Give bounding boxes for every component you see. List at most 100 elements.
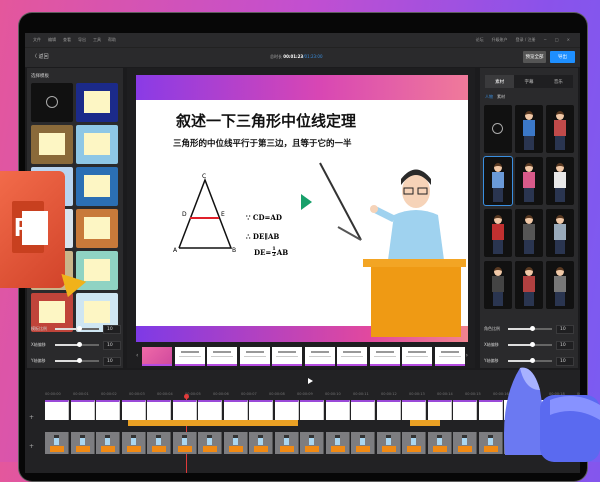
add-character-track-icon[interactable]: + (29, 443, 34, 450)
character-clip[interactable] (376, 432, 401, 454)
maximize-icon[interactable]: □ (555, 37, 559, 43)
slide-clip[interactable] (300, 400, 324, 420)
slide-clip[interactable] (121, 400, 146, 420)
strip-prev-icon[interactable]: ‹ (136, 352, 138, 359)
slide-thumbnail[interactable] (272, 347, 302, 366)
slider-track[interactable] (508, 326, 552, 332)
audio-segment[interactable] (128, 420, 298, 426)
character-clip[interactable] (121, 432, 146, 454)
character-thumbnail[interactable] (515, 157, 543, 205)
menu-item[interactable]: 帮助 (108, 37, 116, 43)
template-thumbnail[interactable] (76, 83, 118, 122)
slide-clip[interactable] (427, 400, 452, 420)
slider-value-input[interactable]: 10 (556, 324, 574, 334)
character-thumbnail[interactable] (546, 157, 574, 205)
character-thumbnail[interactable] (483, 156, 513, 206)
character-clip[interactable] (402, 432, 426, 454)
character-thumbnail[interactable] (515, 261, 543, 309)
slide-clip[interactable] (223, 400, 248, 420)
template-thumbnail[interactable] (76, 125, 118, 164)
slider-handle[interactable] (77, 326, 83, 332)
slide-clip[interactable] (45, 400, 69, 420)
menu-item[interactable]: 导出 (78, 37, 86, 43)
slide-clip[interactable] (249, 400, 273, 420)
slide-clip[interactable] (96, 400, 120, 420)
export-button[interactable]: 导出 (550, 51, 575, 63)
character-clip[interactable] (249, 432, 273, 454)
character-clip[interactable] (453, 432, 477, 454)
asset-tab[interactable]: 字幕 (514, 75, 543, 88)
slider-track[interactable] (55, 342, 99, 348)
character-clip[interactable] (147, 432, 171, 454)
slide-clip[interactable] (402, 400, 426, 420)
slide-thumbnail[interactable] (142, 347, 172, 366)
menu-right-item[interactable]: 论坛 (476, 37, 484, 43)
category-material[interactable]: 素材 (497, 94, 505, 100)
slide-thumbnail[interactable] (239, 347, 270, 366)
audio-segment[interactable] (410, 420, 440, 426)
slide-clip[interactable] (351, 400, 375, 420)
character-clip[interactable] (223, 432, 248, 454)
slider-track[interactable] (508, 342, 552, 348)
template-none[interactable] (31, 83, 73, 122)
slider-value-input[interactable]: 10 (103, 340, 121, 350)
slide-clip[interactable] (172, 400, 197, 420)
menu-item[interactable]: 编辑 (48, 37, 56, 43)
slider-handle[interactable] (77, 342, 83, 348)
timeline-play-icon[interactable] (308, 378, 313, 384)
slide-thumbnail[interactable] (434, 347, 465, 366)
slide-clip[interactable] (147, 400, 171, 420)
category-person[interactable]: 人物 (485, 94, 493, 100)
close-icon[interactable]: × (567, 37, 570, 43)
minimize-icon[interactable]: − (544, 37, 547, 43)
template-thumbnail[interactable] (31, 125, 73, 164)
slider-value-input[interactable]: 10 (556, 340, 574, 350)
character-none[interactable] (484, 105, 512, 153)
slide-thumbnail[interactable] (369, 347, 400, 366)
menu-item[interactable]: 工具 (93, 37, 101, 43)
slide-clip[interactable] (325, 400, 350, 420)
slider-track[interactable] (55, 358, 99, 364)
menu-right-item[interactable]: 升级账户 (492, 37, 508, 43)
slide-clip[interactable] (198, 400, 222, 420)
character-clip[interactable] (351, 432, 375, 454)
back-button[interactable]: 〈 返回 (32, 53, 49, 60)
character-thumbnail[interactable] (515, 209, 543, 257)
character-clip[interactable] (172, 432, 197, 454)
menu-item[interactable]: 文件 (33, 37, 41, 43)
strip-next-icon[interactable]: › (466, 352, 468, 359)
add-slide-track-icon[interactable]: + (29, 414, 34, 421)
character-thumbnail[interactable] (484, 261, 512, 309)
character-thumbnail[interactable] (484, 209, 512, 257)
asset-tab[interactable]: 素材 (485, 75, 515, 88)
template-thumbnail[interactable] (76, 167, 118, 206)
template-thumbnail[interactable] (76, 209, 118, 248)
character-clip[interactable] (96, 432, 120, 454)
slider-handle[interactable] (77, 358, 83, 364)
character-clip[interactable] (45, 432, 69, 454)
slider-value-input[interactable]: 10 (103, 324, 121, 334)
play-icon[interactable] (301, 194, 312, 210)
slide-clip[interactable] (376, 400, 401, 420)
character-thumbnail[interactable] (546, 105, 574, 153)
slide-clip[interactable] (453, 400, 477, 420)
character-clip[interactable] (198, 432, 222, 454)
slide-clip[interactable] (274, 400, 299, 420)
character-thumbnail[interactable] (515, 105, 543, 153)
slider-track[interactable] (55, 326, 99, 332)
slide-thumbnail[interactable] (207, 347, 237, 366)
slider-value-input[interactable]: 10 (103, 356, 121, 366)
character-thumbnail[interactable] (546, 209, 574, 257)
slider-handle[interactable] (530, 326, 536, 332)
character-clip[interactable] (427, 432, 452, 454)
slide-preview[interactable]: 叙述一下三角形中位线定理 三角形的中位线平行于第三边，且等于它的一半 C D E… (136, 75, 468, 342)
slide-thumbnail[interactable] (402, 347, 432, 366)
character-clip[interactable] (325, 432, 350, 454)
slide-clip[interactable] (70, 400, 95, 420)
slide-thumbnail[interactable] (304, 347, 335, 366)
character-clip[interactable] (70, 432, 95, 454)
slide-thumbnail[interactable] (174, 347, 205, 366)
asset-tab[interactable]: 音乐 (544, 75, 573, 88)
slider-handle[interactable] (530, 342, 536, 348)
menu-right-item[interactable]: 登录 / 注册 (516, 37, 536, 43)
